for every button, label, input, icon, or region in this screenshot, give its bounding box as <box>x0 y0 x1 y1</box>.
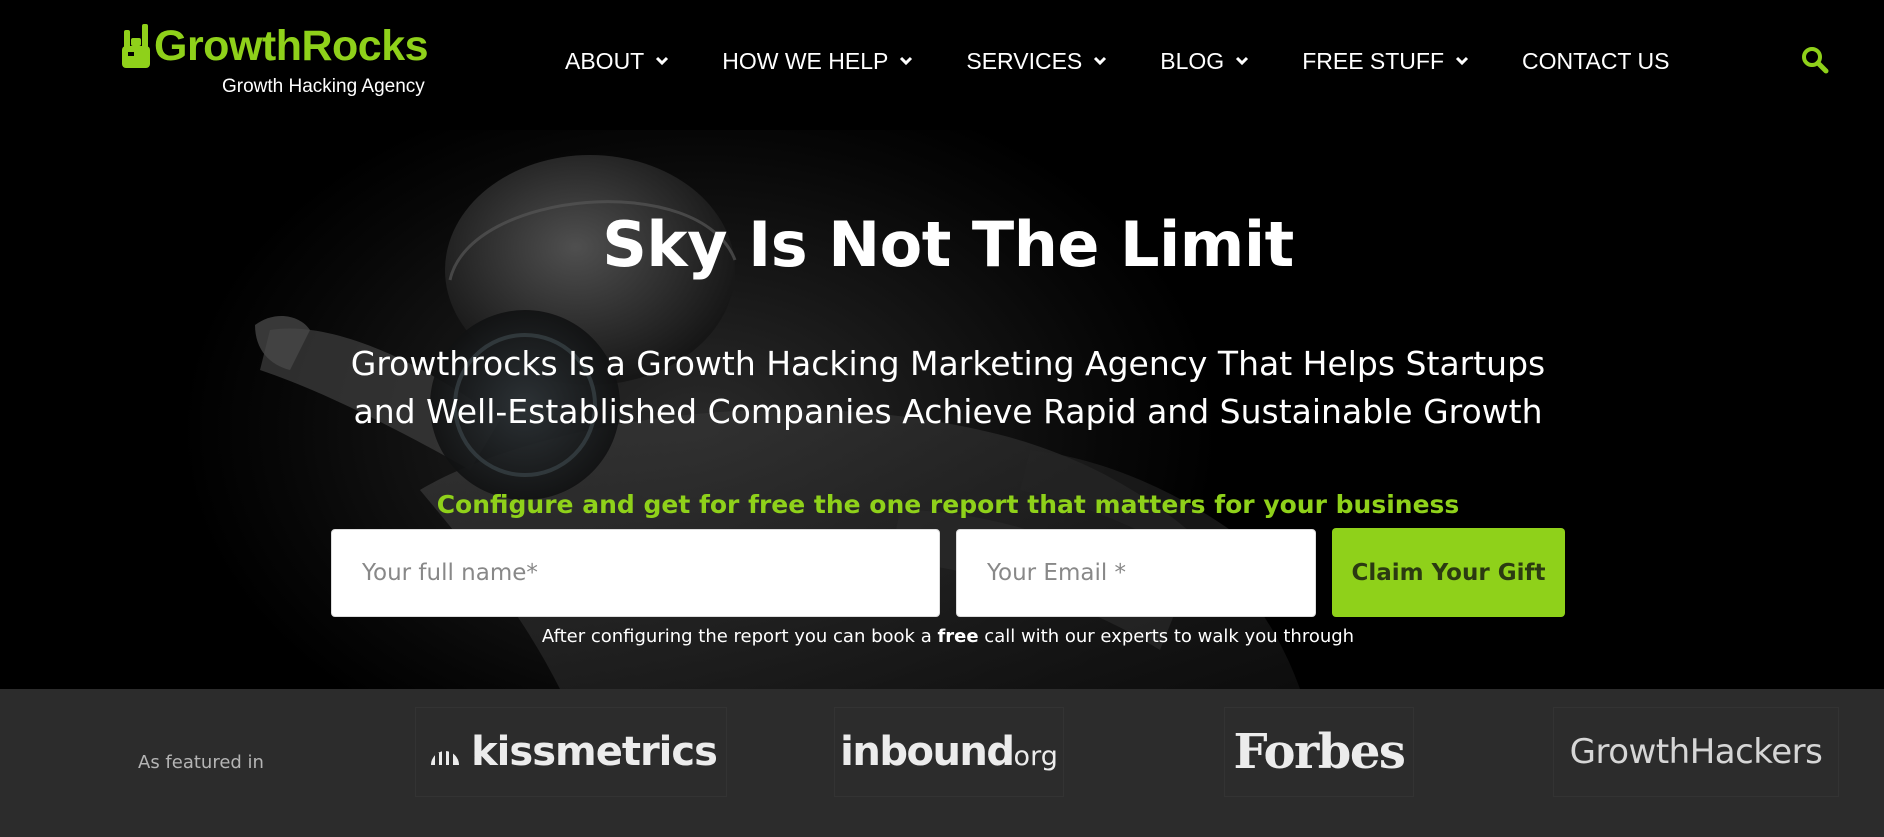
inbound-logo-suffix: org <box>1013 741 1058 772</box>
hero-title: Sky Is Not The Limit <box>602 208 1294 281</box>
brand-logo[interactable]: GrowthRocks Growth Hacking Agency <box>122 22 442 102</box>
hero-subtitle-line: and Well-Established Companies Achieve R… <box>353 392 1543 431</box>
rock-hand-icon <box>122 24 150 68</box>
forbes-logo-text: Forbes <box>1233 724 1406 780</box>
nav-label: HOW WE HELP <box>722 47 889 74</box>
press-logo-forbes: Forbes <box>1224 707 1414 797</box>
nav-label: CONTACT US <box>1522 47 1670 74</box>
email-input[interactable] <box>956 529 1316 617</box>
featured-label: As featured in <box>138 752 264 773</box>
cta-note: After configuring the report you can boo… <box>0 626 1884 647</box>
hero-section: Sky Is Not The Limit Growthrocks Is a Gr… <box>0 130 1884 689</box>
nav-item-how-we-help[interactable]: HOW WE HELP <box>722 48 914 75</box>
nav-item-about[interactable]: ABOUT <box>565 48 670 75</box>
main-nav: ABOUT HOW WE HELP SERVICES BLOG FREE STU… <box>565 44 1669 78</box>
search-icon[interactable] <box>1800 45 1830 75</box>
nav-label: FREE STUFF <box>1302 47 1445 74</box>
press-logo-kissmetrics: kissmetrics <box>415 707 727 797</box>
cta-note-bold: free <box>937 626 979 647</box>
hero-subtitle-line: Growthrocks Is a Growth Hacking Marketin… <box>350 344 1546 383</box>
cta-heading: Configure and get for free the one repor… <box>436 490 1460 519</box>
nav-item-contact-us[interactable]: CONTACT US <box>1522 48 1669 75</box>
kissmetrics-logo-text: kissmetrics <box>471 729 718 775</box>
chevron-down-icon <box>1236 56 1249 66</box>
cta-note-text: After configuring the report you can boo… <box>541 626 938 647</box>
brand-tagline: Growth Hacking Agency <box>222 76 425 97</box>
full-name-input[interactable] <box>331 529 940 617</box>
inbound-logo-text: inbound <box>840 729 1015 775</box>
press-logo-inbound: inboundorg <box>834 707 1064 797</box>
cta-note-text: call with our experts to walk you throug… <box>978 626 1355 647</box>
chevron-down-icon <box>1094 56 1107 66</box>
nav-label: BLOG <box>1160 47 1225 74</box>
site-header: GrowthRocks Growth Hacking Agency ABOUT … <box>0 0 1884 130</box>
featured-in-strip: As featured in kissmetrics inboundorg Fo… <box>0 689 1884 837</box>
nav-item-blog[interactable]: BLOG <box>1160 48 1250 75</box>
kissmetrics-icon <box>431 742 460 765</box>
press-logo-growthhackers: GrowthHackers <box>1553 707 1839 797</box>
nav-label: ABOUT <box>565 47 645 74</box>
chevron-down-icon <box>1455 56 1469 66</box>
claim-gift-button[interactable]: Claim Your Gift <box>1332 528 1565 617</box>
growthhackers-logo-text: GrowthHackers <box>1569 732 1823 772</box>
nav-item-free-stuff[interactable]: FREE STUFF <box>1302 48 1470 75</box>
nav-item-services[interactable]: SERVICES <box>966 48 1108 75</box>
chevron-down-icon <box>900 56 913 66</box>
chevron-down-icon <box>656 56 669 66</box>
brand-name: GrowthRocks <box>154 22 429 70</box>
nav-label: SERVICES <box>966 47 1083 74</box>
hero-subtitle: Growthrocks Is a Growth Hacking Marketin… <box>230 340 1666 436</box>
